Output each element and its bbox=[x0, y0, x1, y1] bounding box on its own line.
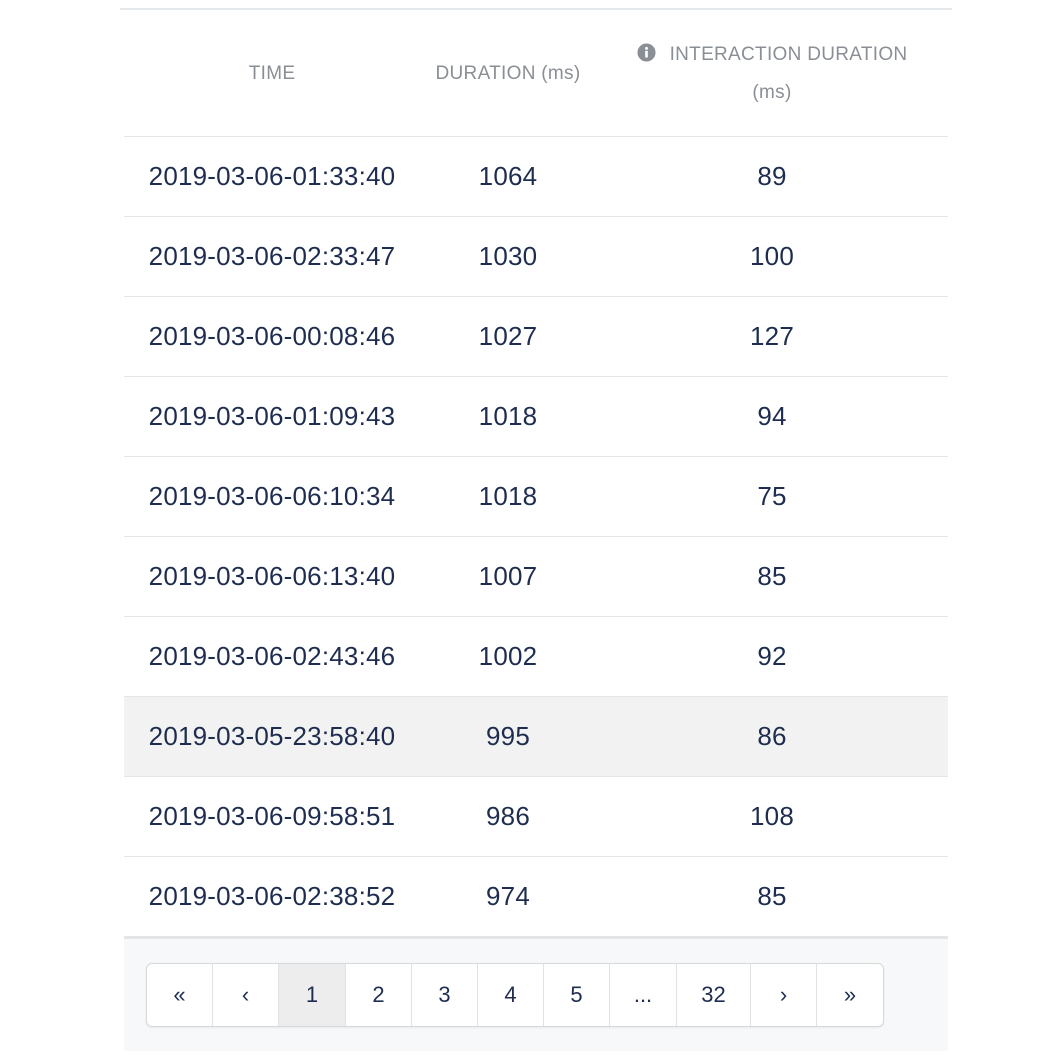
page-button-2[interactable]: 2 bbox=[346, 964, 412, 1026]
page-button-1[interactable]: 1 bbox=[279, 964, 346, 1026]
cell-time: 2019-03-06-06:13:40 bbox=[124, 536, 420, 617]
cell-time: 2019-03-06-02:43:46 bbox=[124, 616, 420, 697]
cell-interaction-duration: 108 bbox=[596, 776, 948, 857]
cell-duration: 1018 bbox=[420, 376, 596, 457]
info-circle-icon[interactable] bbox=[637, 43, 656, 62]
cell-duration: 974 bbox=[420, 856, 596, 937]
table-row[interactable]: 2019-03-06-02:38:52 974 85 bbox=[124, 856, 948, 937]
pagination: « ‹ 1 2 3 4 5 ... 32 › » bbox=[146, 963, 884, 1027]
results-table-container: TIME DURATION (ms) INTERACTION DURATION … bbox=[124, 12, 948, 937]
results-table: TIME DURATION (ms) INTERACTION DURATION … bbox=[124, 12, 948, 937]
last-page-button[interactable]: » bbox=[817, 964, 883, 1026]
header-row: TIME DURATION (ms) INTERACTION DURATION … bbox=[124, 12, 948, 137]
cell-interaction-duration: 127 bbox=[596, 296, 948, 377]
page-button-32[interactable]: 32 bbox=[677, 964, 751, 1026]
cell-duration: 1027 bbox=[420, 296, 596, 377]
table-row[interactable]: 2019-03-06-06:10:34 1018 75 bbox=[124, 456, 948, 537]
cell-interaction-duration: 75 bbox=[596, 456, 948, 537]
interaction-header-label: INTERACTION DURATION (ms) bbox=[637, 36, 908, 112]
table-row[interactable]: 2019-03-06-02:43:46 1002 92 bbox=[124, 616, 948, 697]
table-row[interactable]: 2019-03-06-01:09:43 1018 94 bbox=[124, 376, 948, 457]
cell-time: 2019-03-06-09:58:51 bbox=[124, 776, 420, 857]
cell-time: 2019-03-05-23:58:40 bbox=[124, 696, 420, 777]
cell-interaction-duration: 89 bbox=[596, 136, 948, 217]
interaction-header-line1: INTERACTION DURATION bbox=[669, 44, 908, 65]
cell-duration: 1007 bbox=[420, 536, 596, 617]
table-row[interactable]: 2019-03-06-09:58:51 986 108 bbox=[124, 776, 948, 857]
table-row[interactable]: 2019-03-06-01:33:40 1064 89 bbox=[124, 136, 948, 217]
page-button-3[interactable]: 3 bbox=[412, 964, 478, 1026]
column-header-duration[interactable]: DURATION (ms) bbox=[420, 12, 596, 137]
cell-duration: 986 bbox=[420, 776, 596, 857]
top-divider bbox=[120, 8, 952, 10]
cell-time: 2019-03-06-00:08:46 bbox=[124, 296, 420, 377]
table-row[interactable]: 2019-03-06-06:13:40 1007 85 bbox=[124, 536, 948, 617]
table-row[interactable]: 2019-03-06-00:08:46 1027 127 bbox=[124, 296, 948, 377]
cell-duration: 1002 bbox=[420, 616, 596, 697]
previous-page-button[interactable]: ‹ bbox=[213, 964, 279, 1026]
cell-time: 2019-03-06-06:10:34 bbox=[124, 456, 420, 537]
table-header: TIME DURATION (ms) INTERACTION DURATION … bbox=[124, 12, 948, 137]
table-row[interactable]: 2019-03-06-02:33:47 1030 100 bbox=[124, 216, 948, 297]
cell-time: 2019-03-06-01:09:43 bbox=[124, 376, 420, 457]
cell-interaction-duration: 92 bbox=[596, 616, 948, 697]
table-body: 2019-03-06-01:33:40 1064 89 2019-03-06-02:3… bbox=[124, 136, 948, 937]
first-page-button[interactable]: « bbox=[147, 964, 213, 1026]
cell-duration: 1064 bbox=[420, 136, 596, 217]
cell-duration: 1030 bbox=[420, 216, 596, 297]
table-row[interactable]: 2019-03-05-23:58:40 995 86 bbox=[124, 696, 948, 777]
cell-time: 2019-03-06-02:33:47 bbox=[124, 216, 420, 297]
cell-interaction-duration: 85 bbox=[596, 856, 948, 937]
page-button-5[interactable]: 5 bbox=[544, 964, 610, 1026]
pagination-bar: « ‹ 1 2 3 4 5 ... 32 › » bbox=[124, 937, 948, 1051]
cell-duration: 1018 bbox=[420, 456, 596, 537]
page-button-4[interactable]: 4 bbox=[478, 964, 544, 1026]
cell-time: 2019-03-06-02:38:52 bbox=[124, 856, 420, 937]
cell-interaction-duration: 94 bbox=[596, 376, 948, 457]
cell-time: 2019-03-06-01:33:40 bbox=[124, 136, 420, 217]
cell-interaction-duration: 100 bbox=[596, 216, 948, 297]
interaction-header-line2: (ms) bbox=[752, 82, 792, 103]
next-page-button[interactable]: › bbox=[751, 964, 817, 1026]
cell-interaction-duration: 85 bbox=[596, 536, 948, 617]
column-header-interaction-duration[interactable]: INTERACTION DURATION (ms) bbox=[596, 12, 948, 137]
pagination-ellipsis: ... bbox=[610, 964, 677, 1026]
column-header-time[interactable]: TIME bbox=[124, 12, 420, 137]
cell-duration: 995 bbox=[420, 696, 596, 777]
cell-interaction-duration: 86 bbox=[596, 696, 948, 777]
